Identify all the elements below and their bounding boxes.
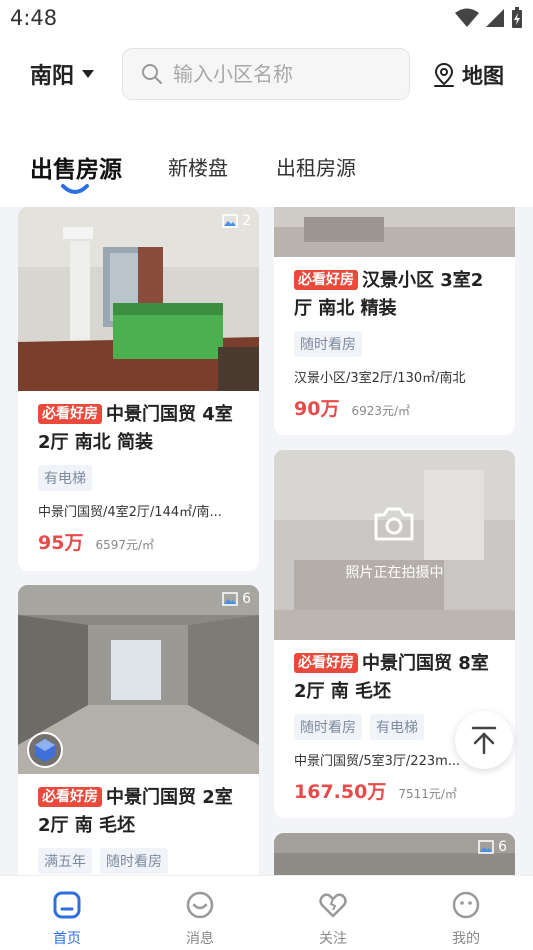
map-pin-icon xyxy=(434,62,454,87)
image-icon xyxy=(478,840,494,854)
listing-unit-price: 7511元/㎡ xyxy=(398,787,457,801)
listing-price: 90万 xyxy=(294,398,340,420)
photo-count: 6 xyxy=(222,591,251,607)
city-label: 南阳 xyxy=(30,64,75,89)
must-see-badge: 必看好房 xyxy=(38,404,102,424)
listing-title: 必看好房 汉景小区 3室2厅 南北 精装 xyxy=(294,270,484,319)
listing-feed[interactable]: 2 必看好房 中景门国贸 4室2厅 南北 简装 有电梯 中景门国贸/4室2厅/14… xyxy=(0,207,533,875)
must-see-badge: 必看好房 xyxy=(38,787,102,807)
search-input[interactable] xyxy=(171,61,395,87)
city-selector[interactable]: 南阳 xyxy=(30,58,95,90)
arrow-up-icon xyxy=(471,726,497,754)
message-icon xyxy=(186,891,214,919)
battery-icon xyxy=(512,7,522,28)
profile-icon xyxy=(452,891,480,919)
listing-title: 必看好房 中景门国贸 2室2厅 南 毛坯 xyxy=(38,787,233,836)
listing-tags: 有电梯 xyxy=(38,465,243,491)
listing-card[interactable]: 2 必看好房 中景门国贸 4室2厅 南北 简装 有电梯 中景门国贸/4室2厅/14… xyxy=(18,207,259,571)
listing-photo: 6 xyxy=(274,833,515,875)
category-tabs: 出售房源 新楼盘 出租房源 xyxy=(0,140,533,204)
nav-favorites[interactable]: 关注 xyxy=(298,890,368,948)
tag: 有电梯 xyxy=(38,465,92,491)
listing-title: 必看好房 中景门国贸 8室2厅 南 毛坯 xyxy=(294,653,489,702)
tag: 有电梯 xyxy=(370,714,424,740)
image-icon xyxy=(222,214,238,228)
listing-card[interactable]: 必看好房 汉景小区 3室2厅 南北 精装 随时看房 汉景小区/3室2厅/130㎡/… xyxy=(274,207,515,435)
tab-for-sale[interactable]: 出售房源 xyxy=(30,150,122,184)
nav-label: 我的 xyxy=(452,931,480,947)
listing-unit-price: 6597元/㎡ xyxy=(95,538,155,552)
listing-photo: 6 xyxy=(18,585,259,774)
map-label: 地图 xyxy=(462,64,504,88)
status-icons xyxy=(455,7,523,29)
status-bar: 4:48 xyxy=(0,0,533,36)
nav-label: 首页 xyxy=(53,931,81,947)
wifi-icon xyxy=(455,8,479,27)
must-see-badge: 必看好房 xyxy=(294,270,358,290)
listing-info: 汉景小区/3室2厅/130㎡/南北 xyxy=(294,371,466,386)
listing-tags: 满五年 随时看房 xyxy=(38,848,243,874)
listing-photo: 照片正在拍摄中 xyxy=(274,450,515,640)
tab-rentals[interactable]: 出租房源 xyxy=(276,152,356,181)
image-icon xyxy=(222,592,238,606)
nav-home[interactable]: 首页 xyxy=(32,890,102,948)
map-button[interactable]: 地图 xyxy=(432,60,504,90)
listing-photo: 2 xyxy=(18,207,259,391)
tag: 随时看房 xyxy=(294,714,362,740)
home-icon xyxy=(53,891,81,919)
listing-price: 95万 xyxy=(38,532,84,554)
listing-tags: 随时看房 xyxy=(294,331,499,357)
photo-count: 2 xyxy=(222,213,251,229)
active-tab-indicator xyxy=(61,184,89,194)
nav-profile[interactable]: 我的 xyxy=(431,890,501,948)
top-bar: 南阳 地图 xyxy=(0,36,533,118)
listing-photo xyxy=(274,207,515,257)
tab-new-homes[interactable]: 新楼盘 xyxy=(168,152,228,181)
nav-label: 关注 xyxy=(319,931,347,947)
tag: 随时看房 xyxy=(100,848,168,874)
search-icon xyxy=(142,64,162,84)
nav-label: 消息 xyxy=(186,931,214,947)
dropdown-arrow-icon xyxy=(82,70,95,78)
vr-tour-icon[interactable] xyxy=(26,731,64,769)
listing-info: 中景门国贸/4室2厅/144㎡/南... xyxy=(38,505,222,520)
nav-messages[interactable]: 消息 xyxy=(165,890,235,948)
back-to-top-button[interactable] xyxy=(455,711,513,769)
bottom-nav: 首页 消息 关注 我的 xyxy=(0,875,533,950)
must-see-badge: 必看好房 xyxy=(294,653,358,673)
photo-placeholder-text: 照片正在拍摄中 xyxy=(345,565,444,581)
status-time: 4:48 xyxy=(10,6,58,30)
listing-card[interactable]: 6 xyxy=(274,833,515,875)
listing-price: 167.50万 xyxy=(294,781,387,803)
photo-count: 6 xyxy=(478,839,507,855)
signal-icon xyxy=(486,9,504,27)
listing-card[interactable]: 6 必看好房 中景门国贸 2室2厅 南 毛坯 满五年 随时看房 xyxy=(18,585,259,875)
tag: 满五年 xyxy=(38,848,92,874)
listing-unit-price: 6923元/㎡ xyxy=(351,404,411,418)
camera-icon xyxy=(374,507,414,541)
tag: 随时看房 xyxy=(294,331,362,357)
listing-title: 必看好房 中景门国贸 4室2厅 南北 简装 xyxy=(38,404,233,453)
search-box[interactable] xyxy=(122,48,410,100)
heart-icon xyxy=(319,893,347,918)
